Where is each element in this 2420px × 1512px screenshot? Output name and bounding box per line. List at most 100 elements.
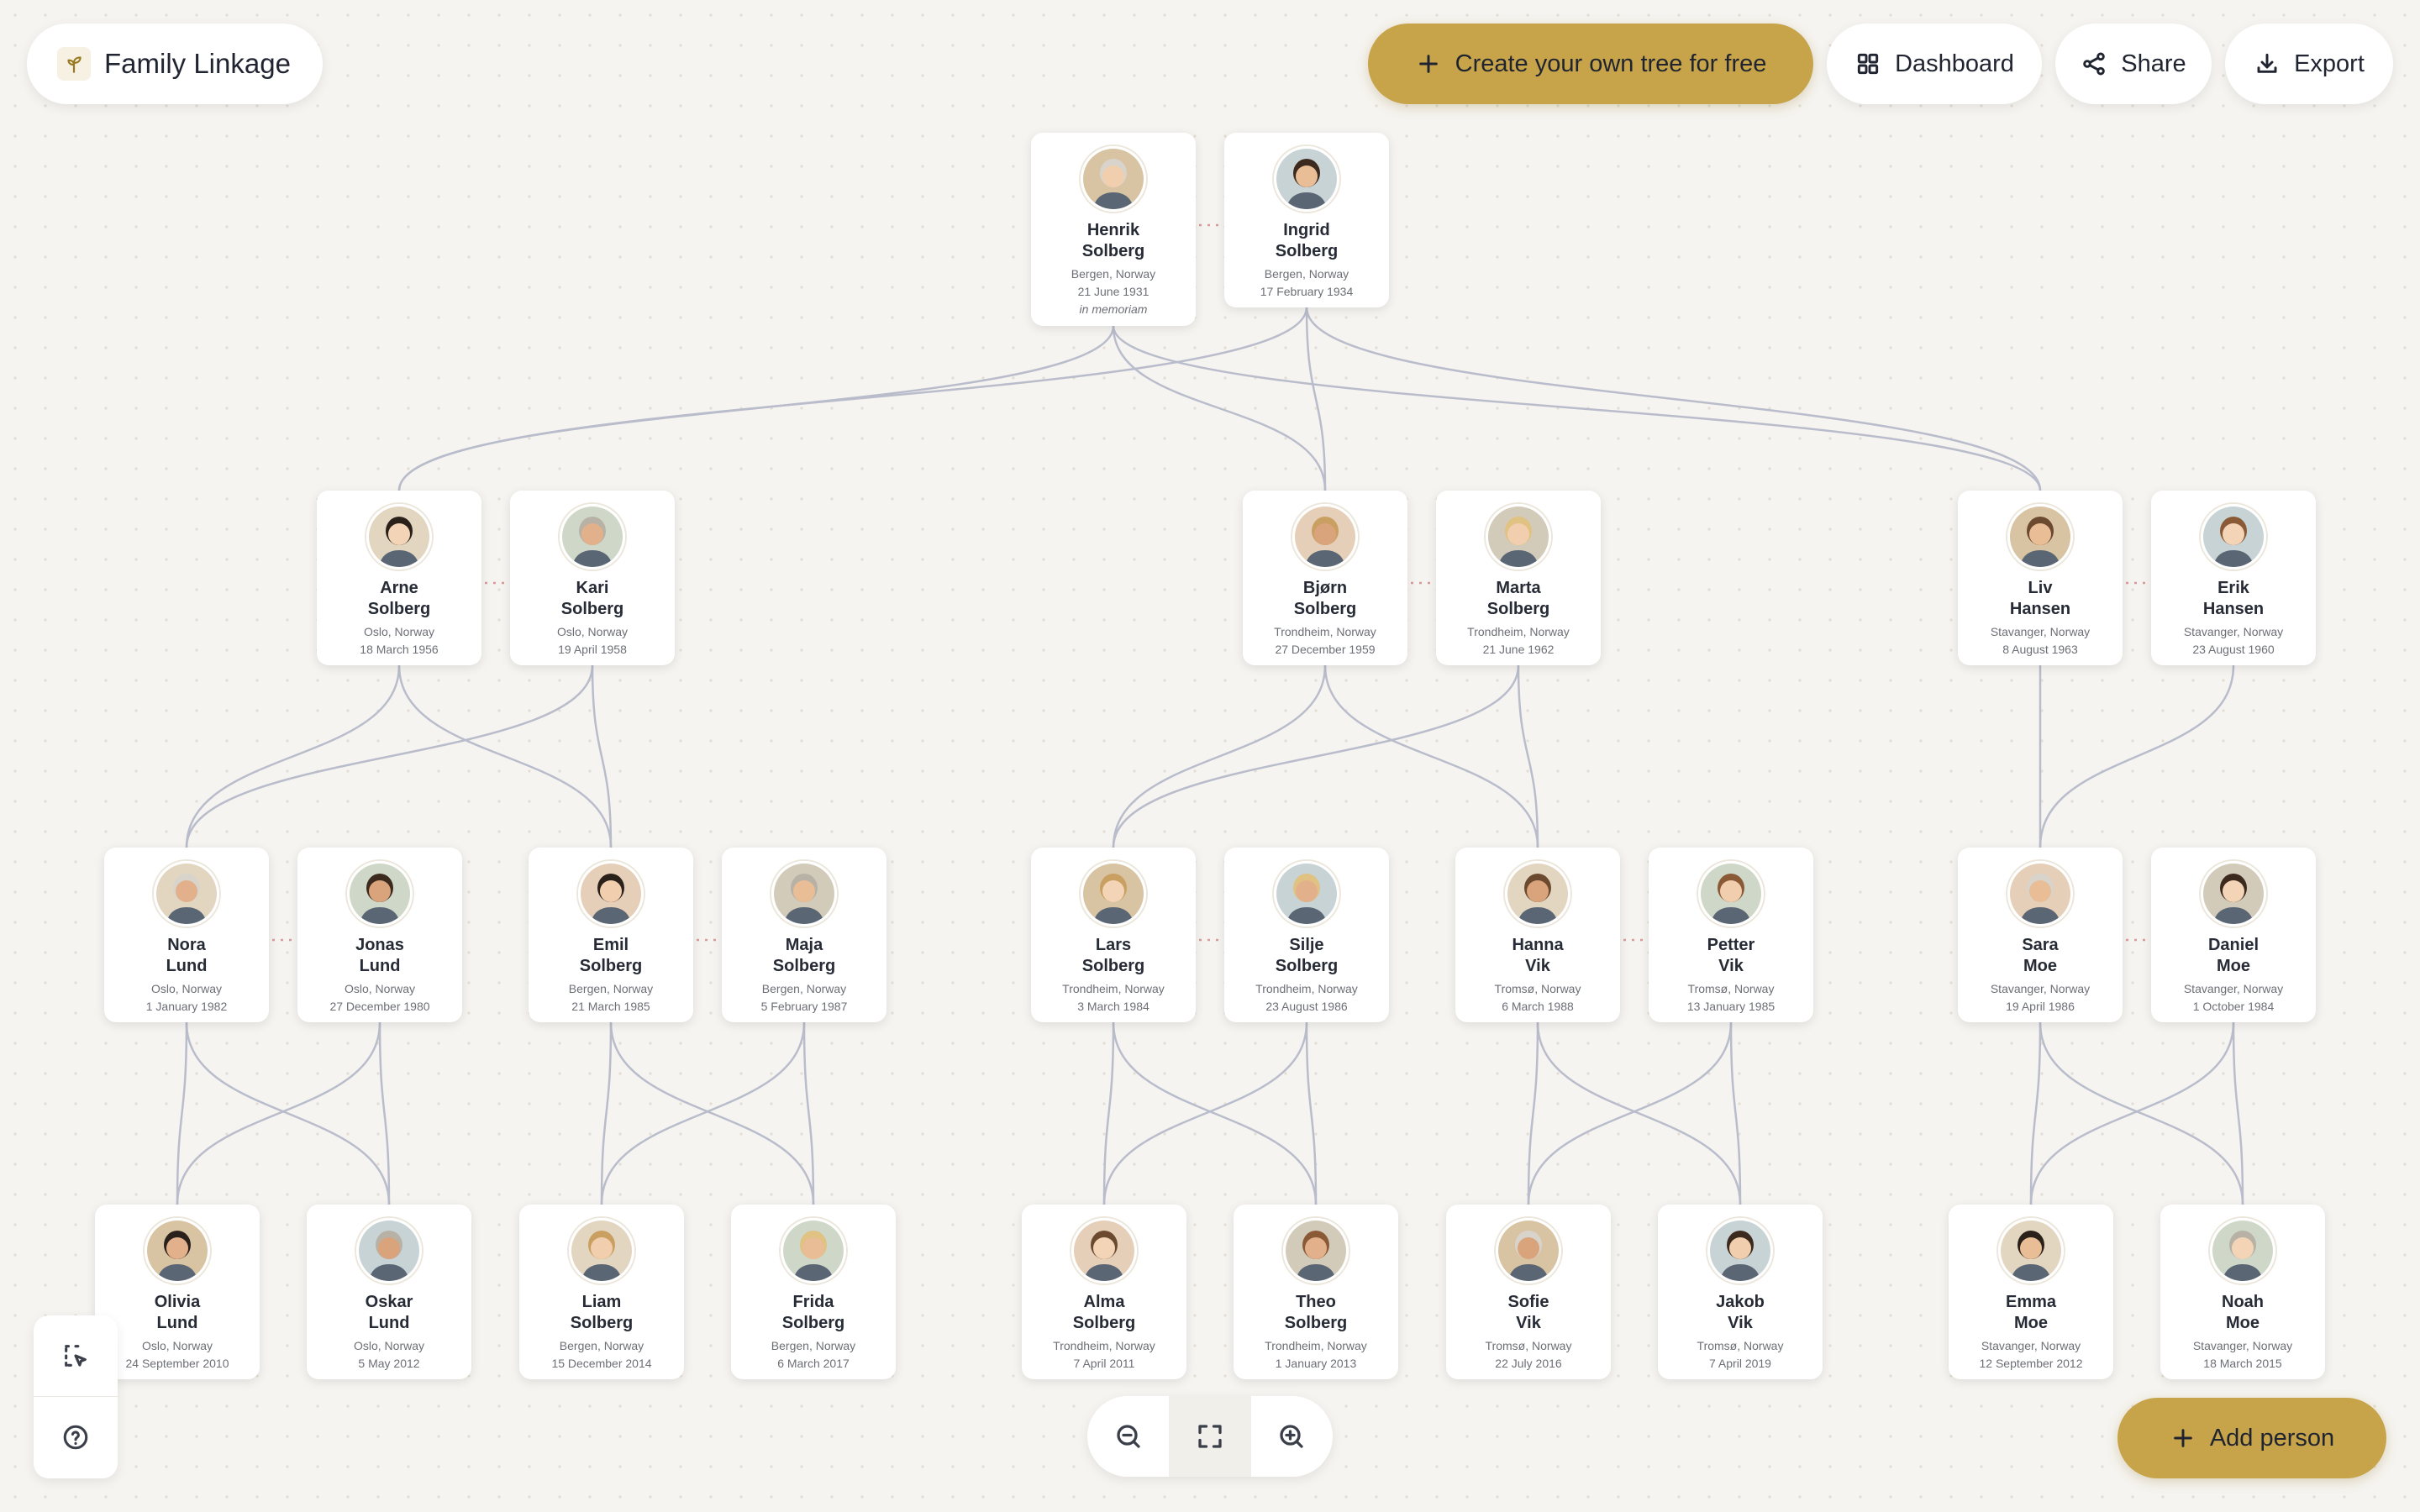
person-birthplace: Stavanger, Norway (1981, 1339, 2081, 1352)
person-card-alma[interactable]: Alma Solberg Trondheim, Norway 7 April 2011 (1022, 1205, 1186, 1379)
person-name: Henrik Solberg (1081, 221, 1145, 260)
person-birthplace: Oslo, Norway (141, 1339, 213, 1352)
export-label: Export (2294, 50, 2365, 77)
dashboard-button[interactable]: Dashboard (1827, 24, 2042, 104)
avatar (1496, 1218, 1561, 1284)
parent-child-link (1112, 325, 2042, 491)
person-name: Arne Solberg (367, 579, 431, 618)
person-card-daniel[interactable]: Daniel Moe Stavanger, Norway 1 October 1984 (2151, 848, 2316, 1022)
person-birthdate: 21 June 1962 (1482, 643, 1555, 656)
person-card-jonas[interactable]: Jonas Lund Oslo, Norway 27 December 1980 (297, 848, 462, 1022)
person-birthdate: 3 March 1984 (1077, 1000, 1150, 1013)
select-area-button[interactable] (34, 1315, 118, 1396)
person-card-emil[interactable]: Emil Solberg Bergen, Norway 21 March 1985 (529, 848, 693, 1022)
person-birthdate: 22 July 2016 (1495, 1357, 1562, 1370)
person-card-petter[interactable]: Petter Vik Tromsø, Norway 13 January 1985 (1649, 848, 1813, 1022)
person-birthplace: Stavanger, Norway (2183, 982, 2284, 995)
person-card-nora[interactable]: Nora Lund Oslo, Norway 1 January 1982 (104, 848, 269, 1022)
person-name: Bjørn Solberg (1293, 579, 1357, 618)
fit-screen-icon (1198, 1425, 1222, 1448)
create-tree-button[interactable]: Create your own tree for free (1368, 24, 1813, 104)
person-card-marta[interactable]: Marta Solberg Trondheim, Norway 21 June 196… (1436, 491, 1601, 665)
person-birthplace: Oslo, Norway (150, 982, 223, 995)
zoom-out-icon (1117, 1425, 1140, 1448)
person-birthdate: 19 April 1958 (558, 643, 627, 656)
person-card-liam[interactable]: Liam Solberg Bergen, Norway 15 December 201… (519, 1205, 684, 1379)
person-name: Marta Solberg (1486, 579, 1550, 618)
person-birthplace: Oslo, Norway (353, 1339, 425, 1352)
side-tools (34, 1315, 118, 1478)
person-name: Oskar Lund (365, 1293, 413, 1332)
fit-screen-button[interactable] (1169, 1396, 1251, 1477)
zoom-in-button[interactable] (1251, 1396, 1333, 1477)
person-name: Petter Vik (1707, 936, 1755, 975)
avatar (1292, 504, 1358, 570)
person-card-maja[interactable]: Maja Solberg Bergen, Norway 5 February 1987 (722, 848, 886, 1022)
person-card-noah[interactable]: Noah Moe Stavanger, Norway 18 March 2015 (2160, 1205, 2325, 1379)
parent-child-link (378, 1021, 391, 1205)
share-button[interactable]: Share (2055, 24, 2212, 104)
person-card-jakob[interactable]: Jakob Vik Tromsø, Norway 7 April 2019 (1658, 1205, 1823, 1379)
person-birthplace: Tromsø, Norway (1494, 982, 1581, 995)
person-name: Liam Solberg (570, 1293, 634, 1332)
person-birthplace: Tromsø, Norway (1697, 1339, 1784, 1352)
person-birthplace: Stavanger, Norway (2183, 625, 2284, 638)
parent-child-link (1305, 307, 1327, 491)
person-name: Jonas Lund (355, 936, 404, 975)
parent-child-link (1305, 1021, 1318, 1205)
person-card-henrik[interactable]: Henrik Solberg Bergen, Norway 21 June 1931 i… (1031, 133, 1196, 326)
person-birthplace: Trondheim, Norway (1053, 1339, 1155, 1352)
avatar (356, 1218, 422, 1284)
person-name: Alma Solberg (1072, 1293, 1136, 1332)
parent-child-link (2029, 1021, 2042, 1205)
person-card-bjorn[interactable]: Bjørn Solberg Trondheim, Norway 27 December… (1243, 491, 1407, 665)
zoom-out-button[interactable] (1087, 1396, 1169, 1477)
share-label: Share (2121, 50, 2186, 77)
parent-child-link (1112, 664, 1327, 848)
person-card-sofie[interactable]: Sofie Vik Tromsø, Norway 22 July 2016 (1446, 1205, 1611, 1379)
parent-child-link (185, 664, 401, 848)
parent-child-link (2039, 664, 2235, 848)
brand[interactable]: Family Linkage (27, 24, 323, 104)
person-birthdate: 13 January 1985 (1686, 1000, 1776, 1013)
person-card-lars[interactable]: Lars Solberg Trondheim, Norway 3 March 1984 (1031, 848, 1196, 1022)
export-button[interactable]: Export (2225, 24, 2393, 104)
person-birthplace: Bergen, Norway (1264, 267, 1349, 281)
avatar (2007, 504, 2073, 570)
parent-child-link (185, 664, 594, 848)
person-name: Sara Moe (2022, 936, 2059, 975)
person-birthplace: Trondheim, Norway (1255, 982, 1358, 995)
person-card-liv[interactable]: Liv Hansen Stavanger, Norway 8 August 1963 (1958, 491, 2123, 665)
add-person-label: Add person (2209, 1424, 2335, 1452)
person-name: Liv Hansen (2009, 579, 2071, 618)
person-card-erik[interactable]: Erik Hansen Stavanger, Norway 23 August 196… (2151, 491, 2316, 665)
avatar (2201, 504, 2266, 570)
parent-child-link (1102, 1021, 1115, 1205)
person-card-frida[interactable]: Frida Solberg Bergen, Norway 6 March 2017 (731, 1205, 896, 1379)
person-birthplace: Oslo, Norway (363, 625, 435, 638)
plus-icon (2174, 1429, 2192, 1447)
parent-child-link (1729, 1021, 1742, 1205)
person-card-theo[interactable]: Theo Solberg Trondheim, Norway 1 January 20… (1234, 1205, 1398, 1379)
person-card-oskar[interactable]: Oskar Lund Oslo, Norway 5 May 2012 (307, 1205, 471, 1379)
person-birthplace: Oslo, Norway (556, 625, 629, 638)
parent-child-link (609, 1021, 815, 1205)
person-birthplace: Trondheim, Norway (1467, 625, 1570, 638)
parent-child-link (397, 307, 1308, 491)
person-birthdate: 12 September 2012 (1979, 1357, 2083, 1370)
person-birthdate: 5 February 1987 (760, 1000, 848, 1013)
avatar (2210, 1218, 2275, 1284)
person-card-kari[interactable]: Kari Solberg Oslo, Norway 19 April 1958 (510, 491, 675, 665)
person-birthplace: Tromsø, Norway (1687, 982, 1775, 995)
parent-child-link (1536, 1021, 1742, 1205)
person-card-olivia[interactable]: Olivia Lund Oslo, Norway 24 September 2010 (95, 1205, 260, 1379)
add-person-button[interactable]: Add person (2118, 1398, 2386, 1478)
help-button[interactable] (34, 1396, 118, 1478)
person-card-arne[interactable]: Arne Solberg Oslo, Norway 18 March 1956 (317, 491, 481, 665)
person-card-hanna[interactable]: Hanna Vik Tromsø, Norway 6 March 1988 (1455, 848, 1620, 1022)
person-card-sara[interactable]: Sara Moe Stavanger, Norway 19 April 1986 (1958, 848, 2123, 1022)
person-card-ingrid[interactable]: Ingrid Solberg Bergen, Norway 17 February 1… (1224, 133, 1389, 307)
person-card-emma[interactable]: Emma Moe Stavanger, Norway 12 September 201… (1949, 1205, 2113, 1379)
person-birthplace: Bergen, Norway (559, 1339, 644, 1352)
person-card-silje[interactable]: Silje Solberg Trondheim, Norway 23 August 1… (1224, 848, 1389, 1022)
